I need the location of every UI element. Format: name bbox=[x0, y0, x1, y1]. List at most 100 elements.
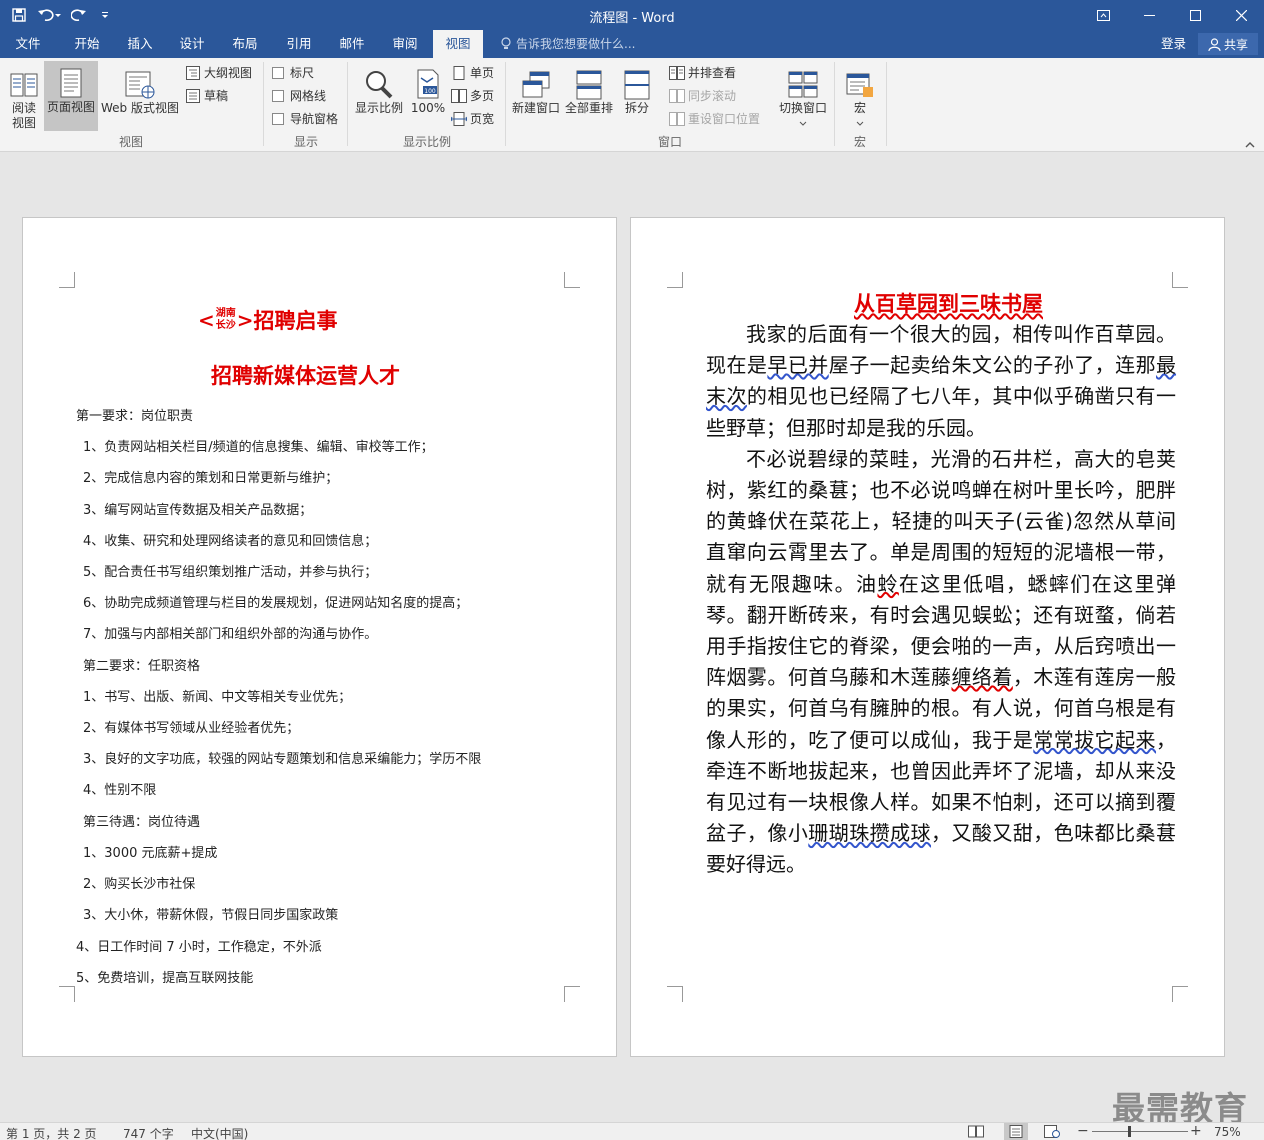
outline-view-button[interactable]: 大纲视图 bbox=[185, 62, 252, 83]
doc-line[interactable]: 第三待遇：岗位待遇 bbox=[83, 811, 200, 830]
title-combined-chars: 湖南 长沙 bbox=[216, 308, 236, 332]
macros-icon bbox=[846, 73, 873, 97]
minimize-button[interactable] bbox=[1126, 0, 1172, 30]
share-button[interactable]: 共享 bbox=[1198, 33, 1258, 55]
essay-paragraph-1: 我家的后面有一个很大的园，相传叫作百草园。现在是早已并屋子一起卖给朱文公的子孙了… bbox=[706, 319, 1176, 444]
web-layout-button[interactable]: Web 版式视图 bbox=[99, 62, 181, 116]
maximize-button[interactable] bbox=[1172, 0, 1218, 30]
tab-view[interactable]: 视图 bbox=[433, 30, 483, 58]
collapse-ribbon-button[interactable] bbox=[1244, 138, 1256, 152]
side-by-side-label: 并排查看 bbox=[688, 66, 737, 80]
draft-view-button[interactable]: 草稿 bbox=[185, 85, 228, 106]
essay-body[interactable]: 我家的后面有一个很大的园，相传叫作百草园。现在是早已并屋子一起卖给朱文公的子孙了… bbox=[706, 319, 1176, 881]
doc-line[interactable]: 第二要求：任职资格 bbox=[83, 655, 200, 674]
essay-paragraph-2: 不必说碧绿的菜畦，光滑的石井栏，高大的皂荚树，紫红的桑葚；也不必说鸣蝉在树叶里长… bbox=[706, 444, 1176, 881]
sync-scroll-icon bbox=[669, 88, 685, 103]
switch-windows-label: 切换窗口 bbox=[778, 101, 827, 115]
page-width-label: 页宽 bbox=[470, 112, 495, 126]
recruitment-subtitle[interactable]: 招聘新媒体运营人才 bbox=[23, 360, 588, 390]
tell-me-box[interactable]: 告诉我您想要做什么... bbox=[500, 30, 635, 58]
read-mode-status-button[interactable] bbox=[968, 1125, 984, 1140]
language-indicator[interactable]: 中文(中国) bbox=[191, 1125, 248, 1140]
group-separator bbox=[347, 62, 348, 146]
read-mode-icon bbox=[10, 73, 38, 97]
share-label: 共享 bbox=[1223, 37, 1248, 52]
tab-mailings[interactable]: 邮件 bbox=[326, 30, 378, 58]
zoom-slider-thumb[interactable] bbox=[1128, 1126, 1131, 1137]
tab-home[interactable]: 开始 bbox=[60, 30, 114, 58]
doc-line[interactable]: 1、书写、出版、新闻、中文等相关专业优先； bbox=[83, 686, 351, 705]
doc-line[interactable]: 3、编写网站宣传数据及相关产品数据； bbox=[83, 499, 312, 518]
view-side-by-side-button[interactable]: 并排查看 bbox=[669, 62, 736, 83]
zoom-group-label: 显示比例 bbox=[402, 135, 451, 149]
doc-line[interactable]: 6、协助完成频道管理与栏目的发展规划，促进网站知名度的提高； bbox=[83, 592, 468, 611]
essay-title[interactable]: 从百草园到三味书屋 bbox=[631, 288, 1264, 318]
doc-line[interactable]: 4、收集、研究和处理网络读者的意见和回馈信息； bbox=[83, 530, 377, 549]
document-page-2: 从百草园到三味书屋 我家的后面有一个很大的园，相传叫作百草园。现在是早已并屋子一… bbox=[630, 217, 1225, 1057]
doc-line[interactable]: 1、负责网站相关栏目/频道的信息搜集、编辑、审校等工作； bbox=[83, 436, 434, 455]
title-bottom-chars: 长沙 bbox=[215, 320, 236, 331]
sign-in-link[interactable]: 登录 bbox=[1161, 30, 1186, 58]
ribbon-display-icon bbox=[1096, 9, 1110, 21]
web-layout-icon bbox=[1044, 1125, 1060, 1138]
doc-line[interactable]: 4、日工作时间 7 小时，工作稳定，不外派 bbox=[76, 936, 322, 955]
doc-line[interactable]: 2、有媒体书写领域从业经验者优先； bbox=[83, 717, 299, 736]
draft-view-label: 草稿 bbox=[204, 89, 229, 103]
doc-line[interactable]: 第一要求：岗位职责 bbox=[76, 405, 193, 424]
web-layout-status-button[interactable] bbox=[1044, 1125, 1060, 1140]
tab-references[interactable]: 引用 bbox=[272, 30, 326, 58]
arrange-all-label: 全部重排 bbox=[564, 101, 613, 115]
split-button[interactable]: 拆分 bbox=[618, 62, 656, 116]
text-run: 屋子一起卖给朱文公的子孙了，连那 bbox=[828, 353, 1157, 378]
arrange-all-button[interactable]: 全部重排 bbox=[563, 62, 615, 116]
doc-line[interactable]: 5、配合责任书写组织策划推广活动，并参与执行； bbox=[83, 561, 377, 580]
doc-line[interactable]: 5、免费培训，提高互联网技能 bbox=[76, 967, 253, 986]
recruitment-title[interactable]: < 湖南 长沙 > 招聘启事 bbox=[198, 305, 338, 335]
doc-line[interactable]: 4、性别不限 bbox=[83, 779, 156, 798]
zoom-slider-track[interactable] bbox=[1092, 1126, 1188, 1137]
zoom-in-button[interactable]: + bbox=[1190, 1123, 1202, 1139]
spelling-flag: 缠络着 bbox=[951, 665, 1013, 690]
crop-mark bbox=[1172, 272, 1188, 288]
one-page-button[interactable]: 单页 bbox=[451, 62, 494, 83]
doc-line[interactable]: 2、完成信息内容的策划和日常更新与维护； bbox=[83, 467, 338, 486]
doc-line[interactable]: 1、3000 元底薪+提成 bbox=[83, 842, 217, 861]
zoom-level[interactable]: 75% bbox=[1214, 1125, 1241, 1139]
close-button[interactable] bbox=[1218, 0, 1264, 30]
zoom-out-button[interactable]: − bbox=[1077, 1123, 1089, 1139]
group-separator bbox=[263, 62, 264, 146]
new-window-button[interactable]: 新建窗口 bbox=[509, 62, 563, 116]
group-separator bbox=[834, 62, 835, 146]
tab-review[interactable]: 审阅 bbox=[378, 30, 432, 58]
tab-file[interactable]: 文件 bbox=[0, 30, 56, 58]
page-count[interactable]: 第 1 页，共 2 页 bbox=[6, 1125, 97, 1140]
gridlines-checkbox[interactable]: 网格线 bbox=[272, 85, 326, 106]
doc-line[interactable]: 3、良好的文字功底，较强的网站专题策划和信息采编能力；学历不限 bbox=[83, 748, 481, 767]
tab-insert[interactable]: 插入 bbox=[114, 30, 166, 58]
sync-scroll-button[interactable]: 同步滚动 bbox=[669, 85, 736, 106]
doc-line[interactable]: 7、加强与内部相关部门和组织外部的沟通与协作。 bbox=[83, 623, 377, 642]
reset-window-position-button[interactable]: 重设窗口位置 bbox=[669, 108, 760, 129]
grammar-flag: 常常拔它起来 bbox=[1033, 727, 1157, 752]
read-mode-button[interactable]: 阅读 视图 bbox=[4, 62, 44, 131]
doc-line[interactable]: 2、购买长沙市社保 bbox=[83, 873, 195, 892]
ruler-checkbox[interactable]: 标尺 bbox=[272, 62, 314, 83]
page-width-button[interactable]: 页宽 bbox=[451, 108, 494, 129]
tab-layout[interactable]: 布局 bbox=[218, 30, 272, 58]
multiple-pages-button[interactable]: 多页 bbox=[451, 85, 494, 106]
tab-design[interactable]: 设计 bbox=[166, 30, 218, 58]
gridlines-label: 网格线 bbox=[290, 89, 327, 103]
doc-line[interactable]: 3、大小休，带薪休假，节假日同步国家政策 bbox=[83, 904, 338, 923]
print-layout-status-button[interactable] bbox=[1004, 1123, 1028, 1140]
macros-group-label: 宏 bbox=[853, 135, 866, 149]
zoom-100-button[interactable]: 100 100% bbox=[408, 62, 448, 116]
nav-pane-checkbox[interactable]: 导航窗格 bbox=[272, 108, 338, 129]
grammar-flag: 早已并 bbox=[767, 353, 829, 378]
zoom-button[interactable]: 显示比例 bbox=[352, 62, 406, 116]
switch-windows-button[interactable]: 切换窗口 bbox=[775, 62, 831, 130]
word-count[interactable]: 747 个字 bbox=[123, 1125, 174, 1140]
macros-button[interactable]: 宏 bbox=[840, 62, 880, 130]
window-controls bbox=[1080, 0, 1264, 30]
print-layout-button[interactable]: 页面视图 bbox=[44, 61, 98, 131]
ribbon-display-options-button[interactable] bbox=[1080, 0, 1126, 30]
